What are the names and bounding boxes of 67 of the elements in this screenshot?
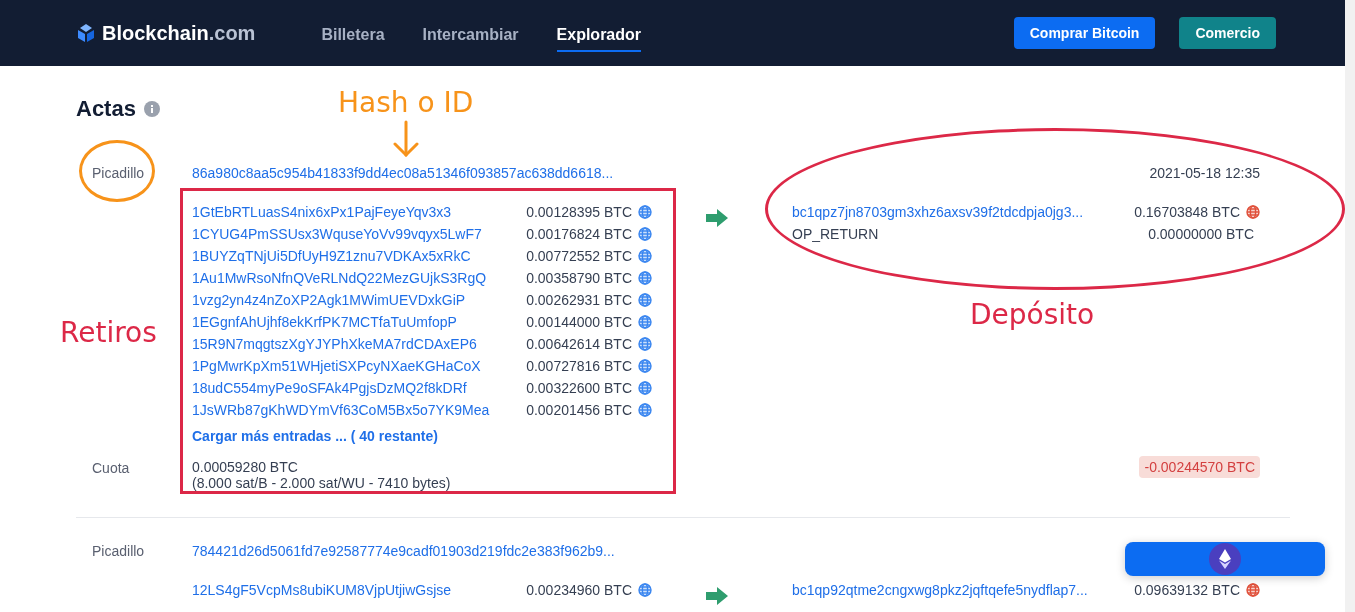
info-icon[interactable] (143, 101, 160, 117)
address-link[interactable]: bc1qpz7jn8703gm3xhz6axsv39f2tdcdpja0jg3... (792, 204, 1135, 220)
globe-icon[interactable] (638, 359, 652, 373)
globe-icon[interactable] (638, 227, 652, 241)
globe-icon[interactable] (638, 205, 652, 219)
ethereum-button[interactable] (1125, 542, 1325, 576)
annotation-text: Retiros (60, 316, 157, 349)
annotation-text: Depósito (970, 298, 1095, 331)
address-link[interactable]: 1PgMwrKpXm51WHjetiSXPcyNXaeKGHaCoX (192, 358, 527, 374)
amount-text: 0.00144000 BTC (526, 314, 632, 330)
hash-link[interactable]: 784421d26d5061fd7e92587774e9cadf01903d219fdc2e383f962b9... (192, 540, 662, 562)
page-title: Actas (76, 96, 136, 122)
amount-text: 0.16703848 BTC (1134, 204, 1240, 220)
nav-tab[interactable]: Explorador (556, 18, 642, 52)
hash-link[interactable]: 86a980c8aa5c954b41833f9dd4ec08a51346f093857ac638dd6618... (192, 162, 662, 184)
address-link[interactable]: 15R9N7mqgtszXgYJYPhXkeMA7rdCDAxEP6 (192, 336, 527, 352)
address-link[interactable]: 1JsWRb87gKhWDYmVf63CoM5Bx5o7YK9Mea (192, 402, 527, 418)
amount-text: 0.00000000 BTC (1148, 226, 1254, 242)
nav-tab[interactable]: Intercambiar (422, 18, 519, 52)
globe-icon[interactable] (638, 315, 652, 329)
amount-text: 0.00358790 BTC (526, 270, 632, 286)
ethereum-icon (1209, 543, 1241, 575)
amount-text: 0.09639132 BTC (1134, 582, 1240, 598)
address-link[interactable]: bc1qp92qtme2cngxwg8pkz2jqftqefe5nydflap7... (792, 582, 1135, 598)
nav-tab[interactable]: Billetera (321, 18, 385, 52)
globe-icon[interactable] (638, 381, 652, 395)
fee-text: 0.00059280 BTC (192, 459, 299, 475)
globe-icon[interactable] (638, 271, 652, 285)
globe-icon[interactable] (638, 249, 652, 263)
amount-text: 0.00128395 BTC (526, 204, 632, 220)
amount-text: 0.00234960 BTC (526, 582, 632, 598)
address-link[interactable]: 1Au1MwRsoNfnQVeRLNdQ22MezGUjkS3RgQ (192, 270, 527, 286)
load-more-link[interactable]: Cargar más entradas ... ( 40 restante) (192, 425, 652, 447)
globe-icon[interactable] (1246, 583, 1260, 597)
arrow-right-icon (706, 209, 728, 227)
globe-icon[interactable] (638, 337, 652, 351)
address-link[interactable]: 1EGgnfAhUjhf8ekKrfPK7MCTfaTuUmfopP (192, 314, 527, 330)
address-link[interactable]: 1GtEbRTLuasS4nix6xPx1PajFeyeYqv3x3 (192, 204, 527, 220)
logo-text[interactable]: Blockchain.com (102, 21, 256, 45)
amount-text: 0.00642614 BTC (526, 336, 632, 352)
amount-text: 0.00772552 BTC (526, 248, 632, 264)
buy-button[interactable]: Comprar Bitcoin (1013, 17, 1156, 49)
globe-icon[interactable] (638, 403, 652, 417)
total-badge: -0.00244570 BTC (1139, 456, 1260, 478)
trade-button[interactable]: Comercio (1179, 17, 1276, 49)
address-link[interactable]: 1vzg2yn4z4nZoXP2Agk1MWimUEVDxkGiP (192, 292, 527, 308)
fee-label: Cuota (91, 459, 131, 478)
op-return-text: OP_RETURN (792, 226, 880, 242)
amount-text: 0.00322600 BTC (526, 380, 632, 396)
fee-detail-text: (8.000 sat/B - 2.000 sat/WU - 7410 bytes) (192, 475, 452, 491)
amount-text: 0.00201456 BTC (526, 402, 632, 418)
amount-text: 0.00262931 BTC (526, 292, 632, 308)
address-link[interactable]: 1CYUG4PmSSUsx3WquseYoVv99vqyx5LwF7 (192, 226, 527, 242)
globe-icon[interactable] (638, 583, 652, 597)
annotation-text: Hash o ID (338, 86, 474, 119)
hash-label: Picadillo (91, 164, 146, 183)
globe-icon[interactable] (1246, 205, 1260, 219)
arrow-right-icon (706, 587, 728, 605)
address-link[interactable]: 1BUYZqTNjUi5DfUyH9Z1znu7VDKAx5xRkC (192, 248, 527, 264)
amount-text: 0.00727816 BTC (526, 358, 632, 374)
address-link[interactable]: 18udC554myPe9oSFAk4PgjsDzMQ2f8kDRf (192, 380, 527, 396)
address-link[interactable]: 12LS4gF5VcpMs8ubiKUM8VjpUtjiwGsjse (192, 582, 527, 598)
globe-icon[interactable] (638, 293, 652, 307)
cube-logo-icon (76, 23, 96, 43)
timestamp: 2021-05-18 12:35 (1149, 165, 1260, 181)
hash-label: Picadillo (91, 542, 146, 561)
amount-text: 0.00176824 BTC (526, 226, 632, 242)
